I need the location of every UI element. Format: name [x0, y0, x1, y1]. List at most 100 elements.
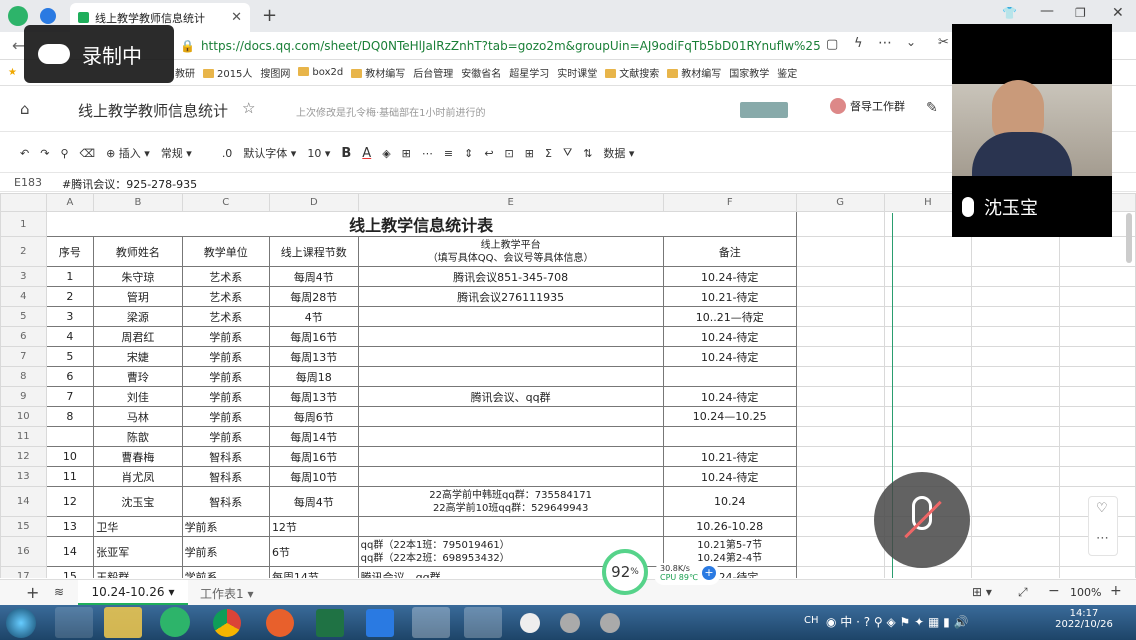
more-tools-icon[interactable]: ⋯ [422, 147, 433, 160]
empty-cell[interactable] [883, 286, 973, 307]
row-header[interactable]: 11 [0, 426, 47, 447]
corner-cell[interactable] [0, 193, 47, 212]
bookmark-10[interactable]: 教材编写 [667, 65, 721, 80]
table-cell[interactable]: 艺术系 [181, 266, 270, 287]
taskbar-circle-3[interactable] [600, 613, 620, 633]
table-cell[interactable]: 学前系 [181, 366, 270, 387]
table-cell[interactable]: 刘佳 [93, 386, 183, 407]
table-cell[interactable]: 7 [45, 386, 95, 407]
table-cell[interactable]: 沈玉宝 [93, 486, 183, 517]
bookmark-3[interactable]: box2d [298, 67, 343, 78]
table-cell[interactable]: 王毅群 [93, 566, 183, 578]
row-header[interactable]: 17 [0, 566, 47, 578]
empty-cell[interactable] [795, 466, 885, 487]
new-tab-button[interactable]: + [262, 5, 277, 26]
zoom-out-button[interactable]: − [1048, 583, 1060, 599]
empty-cell[interactable] [971, 406, 1061, 427]
table-cell[interactable]: 10.24-待定 [662, 466, 797, 487]
empty-cell[interactable] [1059, 306, 1136, 327]
row-header[interactable]: 8 [0, 366, 47, 387]
table-cell[interactable]: 学前系 [181, 536, 270, 567]
empty-cell[interactable] [971, 566, 1061, 578]
table-cell[interactable]: 每周4节 [268, 486, 359, 517]
header-cell[interactable]: 教学单位 [181, 236, 270, 267]
heart-icon[interactable]: ♡ [1096, 501, 1108, 516]
empty-cell[interactable] [883, 366, 973, 387]
table-cell[interactable]: 曹春梅 [93, 446, 183, 467]
fullscreen-icon[interactable]: ⤢ [1018, 585, 1028, 600]
table-cell[interactable]: 10.26-10.28 [662, 516, 797, 537]
table-cell[interactable]: 5 [45, 346, 95, 367]
table-cell[interactable]: 学前系 [181, 326, 270, 347]
url-field[interactable]: 🔒 https://docs.qq.com/sheet/DQ0NTeHlJalR… [180, 35, 830, 57]
taskbar-app-other[interactable] [464, 607, 502, 638]
taskbar-app-browser[interactable] [160, 607, 190, 637]
empty-cell[interactable] [883, 426, 973, 447]
shirt-icon[interactable]: 👕 [1002, 6, 1017, 20]
row-header[interactable]: 10 [0, 406, 47, 427]
recording-indicator[interactable]: 录制中 [24, 25, 174, 83]
restore-button[interactable]: ❐ [1075, 6, 1086, 20]
border-icon[interactable]: ⊞ [402, 147, 411, 160]
table-cell[interactable]: 管玥 [93, 286, 183, 307]
empty-cell[interactable] [883, 346, 973, 367]
table-cell[interactable]: 每周4节 [268, 266, 359, 287]
empty-cell[interactable] [883, 326, 973, 347]
table-cell[interactable]: 14 [45, 536, 95, 567]
empty-cell[interactable] [795, 326, 885, 347]
empty-cell[interactable] [795, 426, 885, 447]
row-header[interactable]: 16 [0, 536, 47, 567]
merge-icon[interactable]: ⊡ [505, 147, 514, 160]
table-cell[interactable]: 3 [45, 306, 95, 327]
bookmark-1[interactable]: 2015人 [202, 65, 252, 80]
minimize-button[interactable]: — [1040, 3, 1054, 19]
clipboard-icon[interactable]: ▢ [826, 37, 838, 52]
empty-cell[interactable] [795, 406, 885, 427]
empty-cell[interactable] [971, 326, 1061, 347]
col-header-b[interactable]: B [93, 193, 183, 212]
row-header[interactable]: 1 [0, 211, 47, 237]
table-cell[interactable]: 每周18 [268, 366, 359, 387]
taskbar-app-chrome[interactable] [213, 609, 241, 637]
table-cell[interactable]: 梁源 [93, 306, 183, 327]
table-cell[interactable]: 智科系 [181, 486, 270, 517]
freeze-icon[interactable]: ⊞ [525, 147, 534, 160]
redo-icon[interactable]: ↷ [40, 147, 49, 160]
lightning-icon[interactable]: ϟ [854, 36, 863, 51]
table-cell[interactable]: 10.24-待定 [662, 386, 797, 407]
table-cell[interactable]: 每周13节 [268, 386, 359, 407]
empty-cell[interactable] [1059, 286, 1136, 307]
add-sheet-button[interactable]: + [26, 583, 39, 602]
table-cell[interactable] [357, 406, 664, 427]
col-header-a[interactable]: A [45, 193, 95, 212]
taskbar-app-excel[interactable] [316, 609, 344, 637]
widget-add-icon[interactable]: + [702, 566, 716, 580]
bookmark-9[interactable]: 文献搜索 [605, 65, 659, 80]
table-cell[interactable]: 10.24-待定 [662, 346, 797, 367]
table-cell[interactable]: 学前系 [181, 406, 270, 427]
empty-cell[interactable] [795, 566, 885, 578]
empty-cell[interactable] [971, 466, 1061, 487]
bookmark-7[interactable]: 超星学习 [509, 65, 549, 80]
table-cell[interactable]: 腾讯会议、qq群 [357, 386, 664, 407]
empty-cell[interactable] [883, 406, 973, 427]
table-cell[interactable]: 10..21—待定 [662, 306, 797, 327]
row-header[interactable]: 4 [0, 286, 47, 307]
table-cell[interactable]: 学前系 [181, 386, 270, 407]
more-icon[interactable]: ⋯ [878, 35, 892, 51]
table-cell[interactable]: 10.24-待定 [662, 266, 797, 287]
taskbar-app-active[interactable] [412, 607, 450, 638]
table-cell[interactable]: 10.21-待定 [662, 286, 797, 307]
table-cell[interactable]: 10.24 [662, 486, 797, 517]
empty-cell[interactable] [795, 446, 885, 467]
table-cell[interactable]: 每周28节 [268, 286, 359, 307]
filter-icon[interactable]: ⛛ [563, 146, 572, 160]
table-cell[interactable] [357, 466, 664, 487]
col-header-d[interactable]: D [268, 193, 359, 212]
table-cell[interactable]: 4 [45, 326, 95, 347]
chevron-down-icon[interactable]: ⌄ [906, 35, 916, 49]
col-header-e[interactable]: E [357, 193, 664, 212]
table-cell[interactable]: 4节 [268, 306, 359, 327]
bookmark-2[interactable]: 搜图网 [260, 65, 290, 80]
empty-cell[interactable] [971, 366, 1061, 387]
